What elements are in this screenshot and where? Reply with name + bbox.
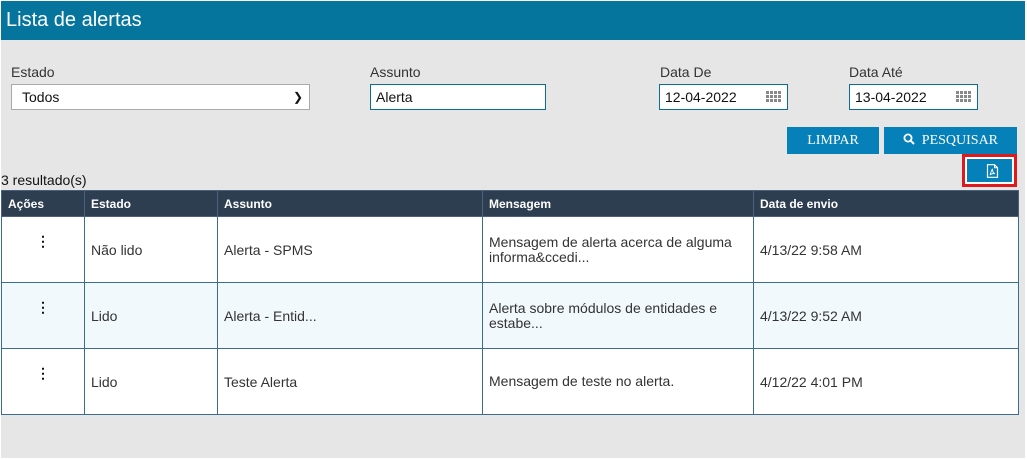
- table-row[interactable]: ⋮ Lido Teste Alerta Mensagem de teste no…: [1, 348, 1019, 415]
- row-estado: Lido: [84, 282, 218, 349]
- row-assunto: Teste Alerta: [217, 348, 483, 415]
- data-de-input[interactable]: 12-04-2022: [659, 84, 788, 110]
- results-count: 3 resultado(s): [1, 172, 87, 188]
- pdf-export-button[interactable]: [967, 159, 1012, 182]
- row-estado: Lido: [84, 348, 218, 415]
- alerts-table: Ações Estado Assunto Mensagem Data de en…: [1, 190, 1019, 415]
- table-row[interactable]: ⋮ Lido Alerta - Entid... Alerta sobre mó…: [1, 282, 1019, 349]
- row-estado: Não lido: [84, 216, 218, 283]
- estado-select[interactable]: Todos ❯: [11, 84, 310, 110]
- row-mensagem: Mensagem de alerta acerca de alguma info…: [482, 216, 754, 283]
- row-assunto: Alerta - SPMS: [217, 216, 483, 283]
- search-icon: [903, 133, 919, 147]
- row-mensagem: Mensagem de teste no alerta.: [482, 348, 754, 415]
- row-actions-kebab-icon[interactable]: ⋮: [1, 216, 85, 283]
- row-actions-kebab-icon[interactable]: ⋮: [1, 348, 85, 415]
- data-de-value: 12-04-2022: [665, 89, 737, 105]
- pesquisar-button-label: PESQUISAR: [921, 133, 999, 148]
- chevron-down-icon: ❯: [292, 90, 303, 104]
- limpar-button-label: LIMPAR: [807, 133, 859, 148]
- pdf-export-highlight: [962, 154, 1017, 187]
- pdf-icon: [986, 164, 999, 178]
- assunto-input[interactable]: Alerta: [370, 84, 546, 110]
- pesquisar-button[interactable]: PESQUISAR: [884, 127, 1017, 154]
- assunto-label: Assunto: [370, 64, 421, 80]
- column-header-mensagem[interactable]: Mensagem: [482, 190, 754, 217]
- calendar-icon[interactable]: [766, 91, 781, 103]
- data-ate-input[interactable]: 13-04-2022: [849, 84, 978, 110]
- row-data-envio: 4/13/22 9:52 AM: [753, 282, 1019, 349]
- row-mensagem: Alerta sobre módulos de entidades e esta…: [482, 282, 754, 349]
- calendar-icon[interactable]: [956, 91, 971, 103]
- page: Lista de alertas Estado Todos ❯ Assunto …: [1, 1, 1025, 458]
- row-data-envio: 4/13/22 9:58 AM: [753, 216, 1019, 283]
- column-header-acoes: Ações: [1, 190, 85, 217]
- estado-label: Estado: [11, 64, 55, 80]
- row-data-envio: 4/12/22 4:01 PM: [753, 348, 1019, 415]
- column-header-data-envio[interactable]: Data de envio: [753, 190, 1019, 217]
- data-ate-label: Data Até: [849, 64, 903, 80]
- page-title: Lista de alertas: [1, 1, 1025, 40]
- row-actions-kebab-icon[interactable]: ⋮: [1, 282, 85, 349]
- column-header-estado[interactable]: Estado: [84, 190, 218, 217]
- table-header-row: Ações Estado Assunto Mensagem Data de en…: [1, 190, 1019, 217]
- assunto-input-value: Alerta: [376, 89, 413, 105]
- estado-select-value: Todos: [22, 89, 60, 105]
- row-assunto: Alerta - Entid...: [217, 282, 483, 349]
- limpar-button[interactable]: LIMPAR: [787, 127, 879, 154]
- table-row[interactable]: ⋮ Não lido Alerta - SPMS Mensagem de ale…: [1, 216, 1019, 283]
- data-de-label: Data De: [660, 64, 712, 80]
- column-header-assunto[interactable]: Assunto: [217, 190, 483, 217]
- data-ate-value: 13-04-2022: [855, 89, 927, 105]
